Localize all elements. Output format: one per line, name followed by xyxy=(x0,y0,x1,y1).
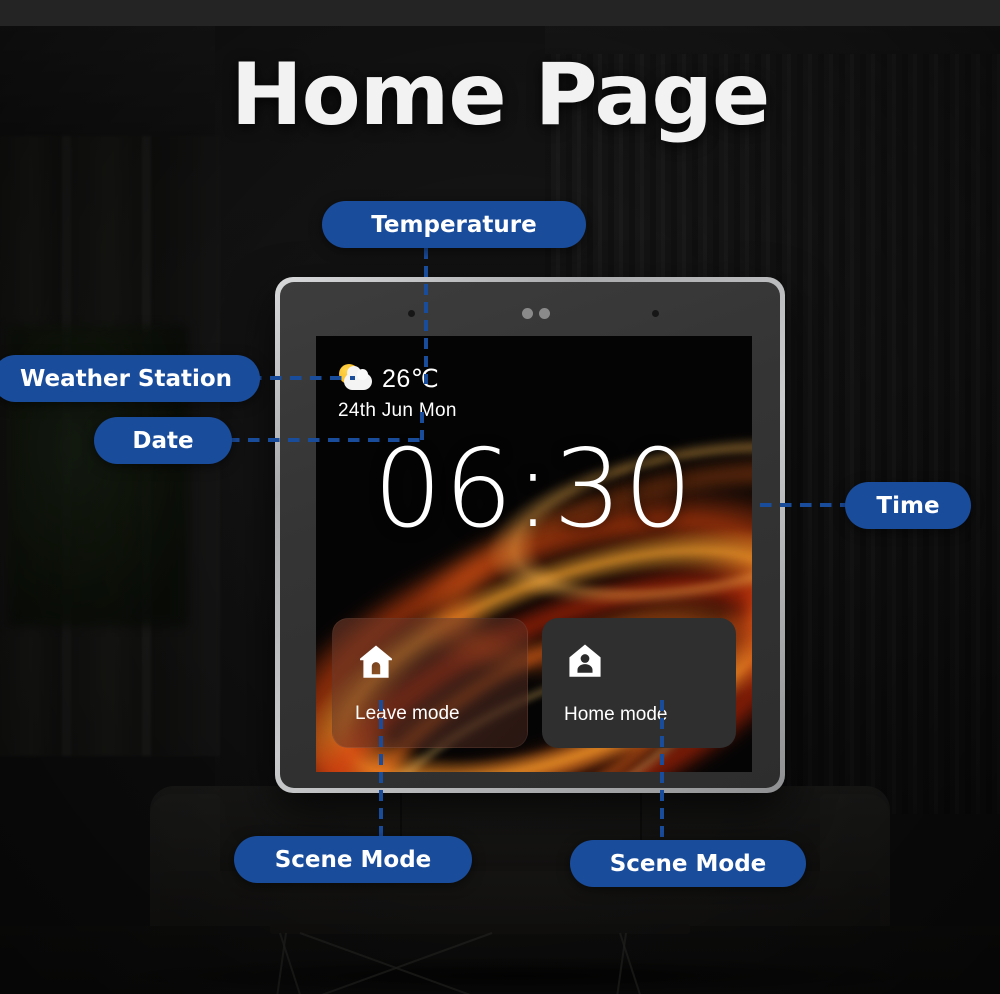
led-dot-2 xyxy=(539,308,550,319)
connector-weather-station xyxy=(250,376,355,380)
smart-panel-device: 26℃ 24th Jun Mon 06:30 Leave mode Home m… xyxy=(275,277,785,793)
callout-scene-mode-left[interactable]: Scene Mode xyxy=(234,836,472,883)
connector-scene-mode-left xyxy=(379,700,383,840)
callout-scene-mode-right[interactable]: Scene Mode xyxy=(570,840,806,887)
sofa-shadow xyxy=(120,956,920,994)
sensor-dot-right xyxy=(652,310,659,317)
callout-weather-station[interactable]: Weather Station xyxy=(0,355,260,402)
clock-time: 06:30 xyxy=(373,427,695,552)
callout-time[interactable]: Time xyxy=(845,482,971,529)
connector-date-horizontal xyxy=(228,438,424,442)
scene-card-label: Leave mode xyxy=(355,703,460,724)
led-dot-1 xyxy=(522,308,533,319)
date-value: 24th Jun Mon xyxy=(338,400,457,421)
top-strip xyxy=(0,0,1000,26)
connector-temperature xyxy=(424,248,428,384)
scene-mode-cards: Leave mode Home mode xyxy=(332,618,736,748)
connector-scene-mode-right xyxy=(660,700,664,844)
callout-date[interactable]: Date xyxy=(94,417,232,464)
callout-temperature[interactable]: Temperature xyxy=(322,201,586,248)
sensor-dot-left xyxy=(408,310,415,317)
temperature-value: 26℃ xyxy=(382,365,440,393)
house-icon xyxy=(360,645,392,678)
house-person-icon xyxy=(569,644,601,677)
scene-card-label: Home mode xyxy=(564,704,668,725)
screenshot-stage: Home Page 26℃ 24th Jun Mon 06:30 Leave m… xyxy=(0,0,1000,994)
page-title: Home Page xyxy=(230,45,771,145)
device-bezel: 26℃ 24th Jun Mon 06:30 Leave mode Home m… xyxy=(280,282,780,788)
scene-card-home-mode[interactable]: Home mode xyxy=(542,618,736,748)
scene-card-leave-mode[interactable]: Leave mode xyxy=(332,618,528,748)
connector-time xyxy=(760,503,850,507)
connector-date-vertical xyxy=(420,412,424,440)
